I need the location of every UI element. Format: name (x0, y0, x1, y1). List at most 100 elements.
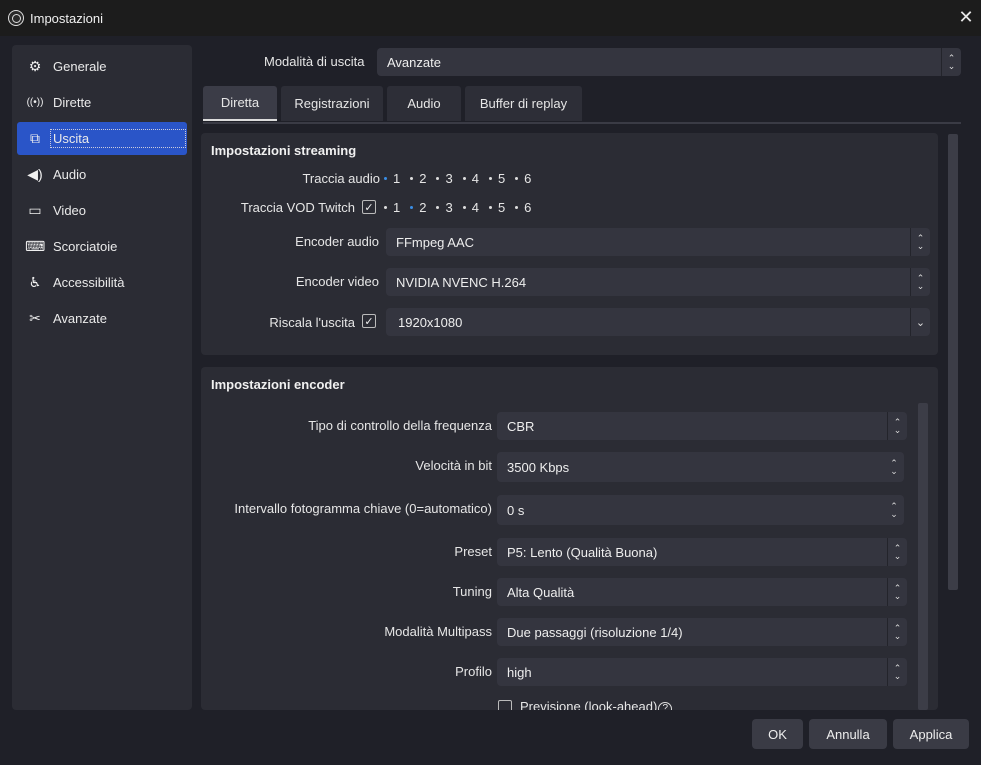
updown-arrows-icon: ⌃ ⌄ (887, 412, 907, 440)
rescale-output-label: Riscala l'uscita (269, 315, 355, 330)
audio-encoder-value: FFmpeg AAC (396, 234, 475, 250)
vod-track-4[interactable]: 4 (462, 200, 479, 215)
obs-logo-icon (8, 10, 24, 26)
sidebar-item-label: Uscita (50, 129, 186, 148)
tab-label: Buffer di replay (479, 96, 568, 111)
tab-registrazioni[interactable]: Registrazioni (281, 86, 383, 121)
updown-arrows-icon: ⌃ ⌄ (887, 538, 907, 566)
apply-button[interactable]: Applica (893, 719, 969, 749)
tab-diretta[interactable]: Diretta (203, 86, 277, 121)
audio-track-1[interactable]: 1 (384, 171, 400, 186)
tab-label: Registrazioni (294, 96, 370, 111)
sidebar-item-dirette[interactable]: ((•)) Dirette (17, 86, 187, 119)
rescale-resolution-select[interactable]: 1920x1080 ⌄ (386, 308, 930, 336)
track-number: 4 (471, 200, 479, 215)
updown-arrows-icon: ⌃ ⌄ (887, 658, 907, 686)
accessibility-icon: ♿ (28, 274, 42, 290)
keyframe-interval-label: Intervallo fotogramma chiave (0=automati… (234, 501, 492, 516)
tab-audio[interactable]: Audio (387, 86, 461, 121)
preset-value: P5: Lento (Qualità Buona) (507, 544, 658, 560)
output-mode-label: Modalità di uscita (264, 54, 365, 69)
antenna-icon: ((•)) (26, 97, 44, 108)
sidebar-item-generale[interactable]: ⚙ Generale (17, 50, 187, 83)
radio-icon (462, 177, 466, 180)
tuning-value: Alta Qualità (507, 584, 575, 600)
sidebar-item-label: Dirette (53, 95, 92, 110)
sidebar-item-label: Avanzate (53, 311, 107, 326)
audio-track-2[interactable]: 2 (410, 171, 426, 186)
vod-track-2[interactable]: 2 (410, 200, 426, 215)
keyframe-interval-spinbox[interactable]: 0 s ⌃ ⌄ (497, 495, 904, 525)
video-encoder-select[interactable]: NVIDIA NVENC H.264 ⌃ ⌄ (386, 268, 930, 296)
ok-label: OK (768, 726, 787, 742)
close-icon[interactable]: ✕ (955, 5, 977, 29)
vod-track-checkbox[interactable]: ✓ (362, 200, 376, 214)
track-number: 6 (524, 200, 532, 215)
cancel-button[interactable]: Annulla (809, 719, 887, 749)
multipass-select[interactable]: Due passaggi (risoluzione 1/4) ⌃ ⌄ (497, 618, 907, 646)
speaker-icon: ◀) (27, 166, 43, 182)
preset-select[interactable]: P5: Lento (Qualità Buona) ⌃ ⌄ (497, 538, 907, 566)
output-mode-value: Avanzate (387, 54, 441, 70)
encoder-settings-group: Impostazioni encoder Tipo di controllo d… (201, 367, 938, 710)
lookahead-checkbox[interactable] (498, 700, 512, 710)
audio-track-6[interactable]: 6 (515, 171, 531, 186)
spin-arrows-icon[interactable]: ⌃ ⌄ (884, 495, 904, 525)
encoder-scrollbar[interactable] (918, 403, 928, 710)
preset-label: Preset (454, 544, 492, 559)
vod-track-label: Traccia VOD Twitch (240, 200, 355, 215)
outer-scrollbar[interactable] (948, 134, 958, 590)
track-number: 6 (524, 171, 532, 186)
encoder-settings-title: Impostazioni encoder (211, 377, 345, 392)
rescale-output-checkbox[interactable]: ✓ (362, 314, 376, 328)
radio-icon (436, 206, 440, 209)
track-number: 4 (471, 171, 479, 186)
audio-track-4[interactable]: 4 (462, 171, 479, 186)
sidebar-item-label: Audio (53, 167, 87, 182)
sidebar-item-video[interactable]: ▭ Video (17, 194, 187, 227)
sidebar-item-audio[interactable]: ◀) Audio (17, 158, 187, 191)
video-encoder-label: Encoder video (295, 274, 379, 289)
audio-track-3[interactable]: 3 (436, 171, 453, 186)
vod-track-6[interactable]: 6 (515, 200, 531, 215)
radio-icon (384, 206, 387, 209)
audio-encoder-select[interactable]: FFmpeg AAC ⌃ ⌄ (386, 228, 930, 256)
keyboard-icon: ⌨ (25, 238, 46, 254)
radio-icon (515, 177, 519, 180)
multipass-label: Modalità Multipass (384, 624, 492, 639)
audio-track-label: Traccia audio (302, 171, 380, 186)
vod-track-5[interactable]: 5 (488, 200, 506, 215)
bitrate-spinbox[interactable]: 3500 Kbps ⌃ ⌄ (497, 452, 904, 482)
track-number: 1 (393, 200, 401, 215)
help-icon[interactable]: ? (658, 702, 673, 710)
sidebar-item-uscita[interactable]: ⧉ Uscita (17, 122, 187, 155)
tab-divider (203, 122, 961, 124)
apply-label: Applica (909, 726, 953, 742)
tuning-select[interactable]: Alta Qualità ⌃ ⌄ (497, 578, 907, 606)
ok-button[interactable]: OK (752, 719, 803, 749)
radio-icon (488, 177, 492, 180)
rate-control-select[interactable]: CBR ⌃ ⌄ (497, 412, 907, 440)
video-encoder-value: NVIDIA NVENC H.264 (396, 274, 527, 290)
rate-control-label: Tipo di controllo della frequenza (308, 418, 492, 433)
sidebar-item-scorciatoie[interactable]: ⌨ Scorciatoie (17, 230, 187, 263)
sidebar-item-label: Scorciatoie (53, 239, 118, 254)
sidebar-item-avanzate[interactable]: ✂ Avanzate (17, 302, 187, 335)
vod-track-options: 1 2 3 4 5 6 (384, 200, 541, 215)
track-number: 5 (497, 200, 506, 215)
streaming-settings-title: Impostazioni streaming (211, 143, 357, 158)
bitrate-label: Velocità in bit (415, 458, 492, 473)
spin-arrows-icon[interactable]: ⌃ ⌄ (884, 452, 904, 482)
audio-track-5[interactable]: 5 (488, 171, 506, 186)
tab-buffer-replay[interactable]: Buffer di replay (465, 86, 582, 121)
track-number: 5 (497, 171, 506, 186)
updown-arrows-icon: ⌃ ⌄ (887, 618, 907, 646)
vod-track-1[interactable]: 1 (384, 200, 400, 215)
audio-encoder-label: Encoder audio (295, 234, 379, 249)
sidebar-item-accessibilita[interactable]: ♿ Accessibilità (17, 266, 187, 299)
output-mode-select[interactable]: Avanzate ⌃ ⌄ (377, 48, 961, 76)
track-number: 2 (419, 171, 427, 186)
vod-track-3[interactable]: 3 (436, 200, 453, 215)
profile-select[interactable]: high ⌃ ⌄ (497, 658, 907, 686)
updown-arrows-icon: ⌃ ⌄ (910, 268, 930, 296)
